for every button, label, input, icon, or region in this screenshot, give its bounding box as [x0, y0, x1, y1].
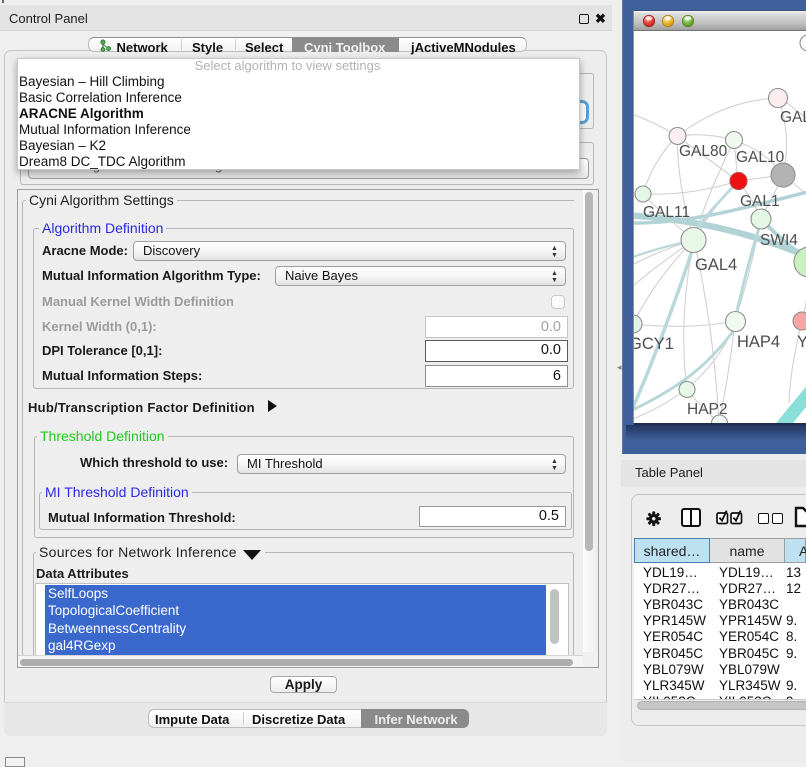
svg-text:GAL4: GAL4: [695, 256, 737, 274]
svg-text:SWI4: SWI4: [760, 232, 798, 249]
svg-text:GAL1: GAL1: [740, 193, 780, 210]
svg-text:GAL2: GAL2: [780, 109, 806, 126]
svg-text:Y: Y: [797, 333, 806, 351]
svg-text:GAL11: GAL11: [643, 204, 690, 221]
svg-text:GAL80: GAL80: [679, 143, 728, 160]
svg-text:HAP2: HAP2: [687, 401, 728, 418]
svg-text:GCY1: GCY1: [634, 335, 674, 353]
svg-text:HAP4: HAP4: [737, 333, 780, 351]
svg-text:GAL10: GAL10: [736, 149, 785, 166]
